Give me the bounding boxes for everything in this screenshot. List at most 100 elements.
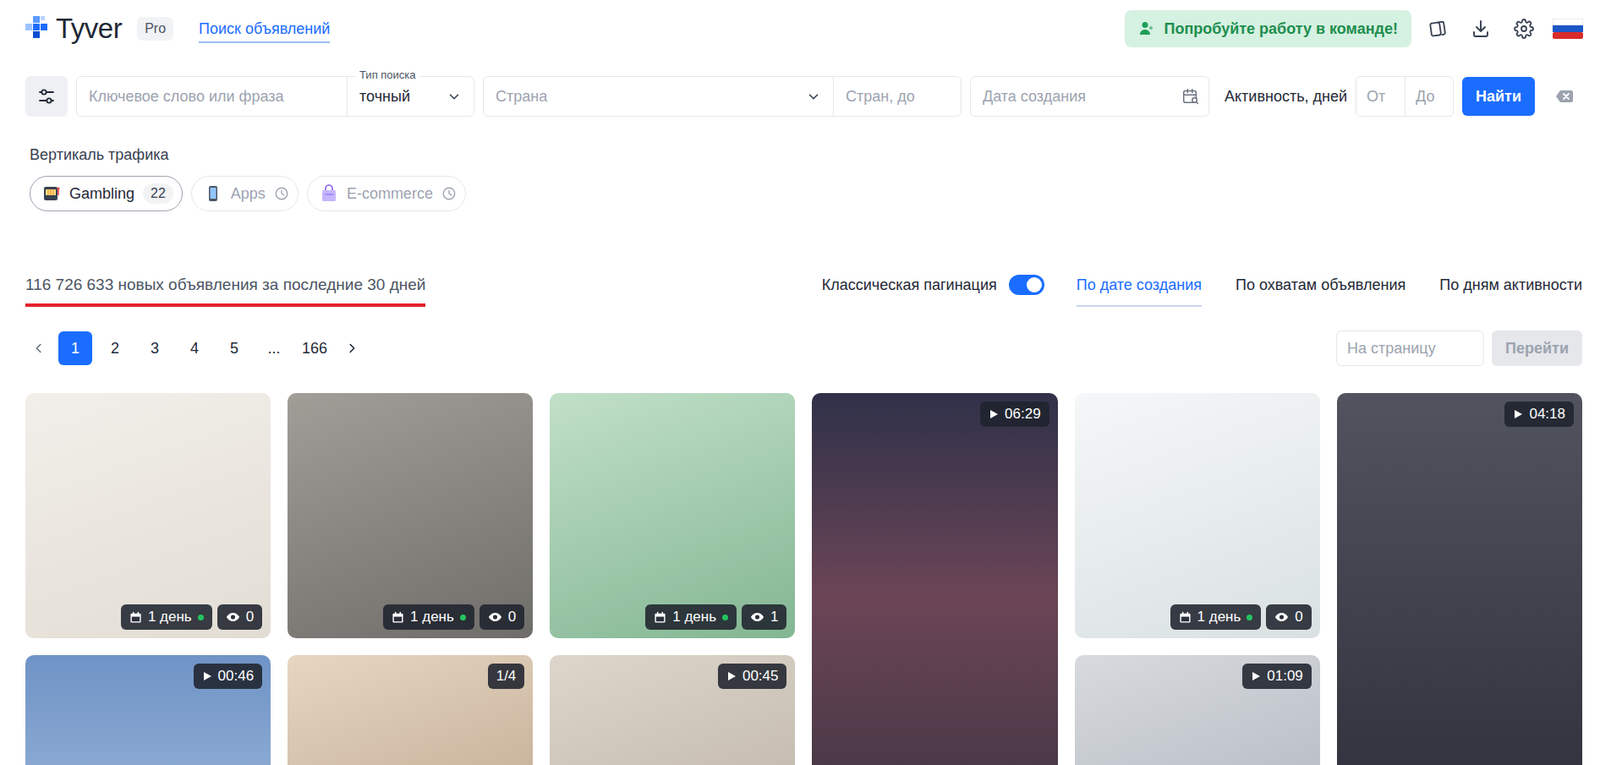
sort-tab[interactable]: По дате создания — [1076, 274, 1202, 307]
ad-card[interactable]: 00:46 — [25, 655, 271, 765]
plan-badge: Pro — [136, 16, 174, 41]
download-button[interactable] — [1463, 11, 1498, 46]
sort-tab[interactable]: По дням активности — [1439, 274, 1583, 307]
date-input[interactable] — [970, 87, 1182, 106]
page-button[interactable]: 166 — [296, 331, 333, 366]
feed-column: 04:18 — [1336, 393, 1583, 765]
chip-label: Gambling — [69, 185, 135, 203]
ad-preview — [25, 393, 271, 639]
calendar-search-icon[interactable] — [1181, 87, 1200, 106]
search-type-value: точный — [359, 87, 411, 106]
logo-text[interactable]: Tyver — [55, 12, 122, 45]
ad-card[interactable]: 1 день 0 — [25, 393, 271, 639]
feed-column: 1 день 0 01:09 — [1074, 393, 1321, 765]
sort-tabs: По дате создания По охватам объявления По … — [1076, 274, 1583, 307]
filter-bar: Тип поиска точный Страна Активность, дне… — [0, 76, 1600, 117]
views-badge: 0 — [479, 604, 525, 631]
settings-button[interactable] — [1506, 11, 1541, 46]
results-count: 116 726 633 новых объявления за последни… — [25, 274, 426, 307]
vertical-chip[interactable]: E-commerce — [306, 175, 466, 212]
calendar-icon — [653, 611, 667, 625]
next-page-button[interactable] — [338, 331, 366, 366]
age-badge: 1 день — [120, 604, 213, 631]
clock-icon — [273, 186, 290, 202]
prev-page-button[interactable] — [25, 331, 53, 366]
page-button[interactable]: ... — [257, 331, 291, 366]
vertical-chip[interactable]: Apps — [191, 175, 299, 212]
activity-dot — [460, 614, 466, 621]
age-badge: 1 день — [645, 604, 737, 631]
language-button[interactable] — [1552, 18, 1584, 39]
ad-preview — [1074, 393, 1321, 639]
country-select[interactable]: Страна — [483, 76, 833, 116]
page-button[interactable]: 2 — [98, 331, 132, 366]
age-badge: 1 день — [1170, 604, 1262, 631]
eye-icon — [225, 612, 241, 623]
age-badge: 1 день — [383, 604, 475, 631]
cards-button[interactable] — [1420, 11, 1455, 46]
russian-flag-icon — [1552, 18, 1584, 39]
pagination: 12345...166 Перейти — [0, 331, 1600, 366]
pagination-toggle[interactable] — [1008, 274, 1045, 296]
keyword-input[interactable] — [76, 76, 347, 116]
chip-count: 22 — [142, 183, 174, 204]
slides-badge: 1/4 — [487, 663, 526, 690]
activity-from-input[interactable] — [1356, 76, 1405, 116]
sort-tab[interactable]: По охватам объявления — [1235, 274, 1406, 307]
play-icon — [1250, 671, 1261, 682]
page-button[interactable]: 5 — [217, 331, 252, 366]
activity-to-input[interactable] — [1404, 76, 1453, 116]
eye-icon — [750, 612, 765, 623]
filters-button[interactable] — [25, 76, 68, 117]
ad-card[interactable]: 1/4 — [287, 655, 533, 765]
activity-dot — [722, 614, 729, 621]
traffic-verticals: Вертикаль трафика Gambling 22 Apps E-com… — [0, 145, 1600, 212]
team-button[interactable]: Попробуйте работу в команде! — [1124, 10, 1412, 48]
duration-badge: 06:29 — [980, 401, 1050, 428]
ad-card[interactable]: 04:18 — [1336, 393, 1583, 765]
vertical-chip[interactable]: Gambling 22 — [29, 175, 183, 212]
play-icon — [726, 671, 737, 682]
countries-max-input[interactable] — [832, 76, 961, 116]
goto-button[interactable]: Перейти — [1491, 330, 1583, 367]
sliders-icon — [36, 86, 57, 107]
nav-link[interactable]: Поиск объявлений — [198, 15, 330, 44]
goto-page-input[interactable] — [1336, 330, 1485, 367]
ad-card[interactable]: 00:45 — [549, 655, 795, 765]
country-group: Страна — [482, 76, 962, 117]
ad-card[interactable]: 1 день 0 — [1074, 393, 1321, 639]
views-badge: 0 — [217, 604, 263, 631]
top-bar: Tyver Pro Поиск объявлений Попробуйте ра… — [0, 0, 1600, 51]
gear-icon — [1513, 18, 1535, 39]
activity-dot — [1246, 614, 1253, 621]
ad-card[interactable]: 01:09 — [1074, 655, 1321, 765]
clear-button[interactable] — [1553, 85, 1576, 108]
clear-icon — [1555, 88, 1574, 105]
calendar-icon — [391, 611, 405, 625]
logo-icon — [25, 16, 51, 42]
keyword-group: Тип поиска точный — [76, 76, 475, 117]
page-button[interactable]: 4 — [177, 331, 212, 366]
feed-column: 06:29 — [811, 393, 1058, 765]
user-icon — [1138, 20, 1156, 38]
download-icon — [1470, 18, 1491, 39]
chevron-down-icon — [446, 88, 462, 105]
page-button[interactable]: 1 — [58, 331, 93, 366]
calendar-icon — [129, 611, 143, 625]
find-button[interactable]: Найти — [1462, 76, 1535, 116]
activity-label: Активность, дней — [1224, 87, 1348, 106]
ad-card[interactable]: 1 день 1 — [549, 393, 795, 639]
logo[interactable]: Tyver Pro — [25, 12, 174, 45]
feed-column: 1 день 0 00:46 — [25, 393, 271, 765]
duration-badge: 04:18 — [1504, 401, 1574, 428]
play-icon — [1512, 409, 1524, 420]
activity-range — [1355, 76, 1454, 117]
search-type-select[interactable]: Тип поиска точный — [346, 76, 474, 116]
ad-card[interactable]: 1 день 0 — [287, 393, 533, 639]
page-button[interactable]: 3 — [137, 331, 172, 366]
ad-preview — [549, 393, 795, 639]
eye-icon — [487, 612, 503, 623]
clock-icon — [441, 186, 457, 202]
chip-label: E-commerce — [346, 185, 433, 203]
ad-card[interactable]: 06:29 — [811, 393, 1058, 765]
